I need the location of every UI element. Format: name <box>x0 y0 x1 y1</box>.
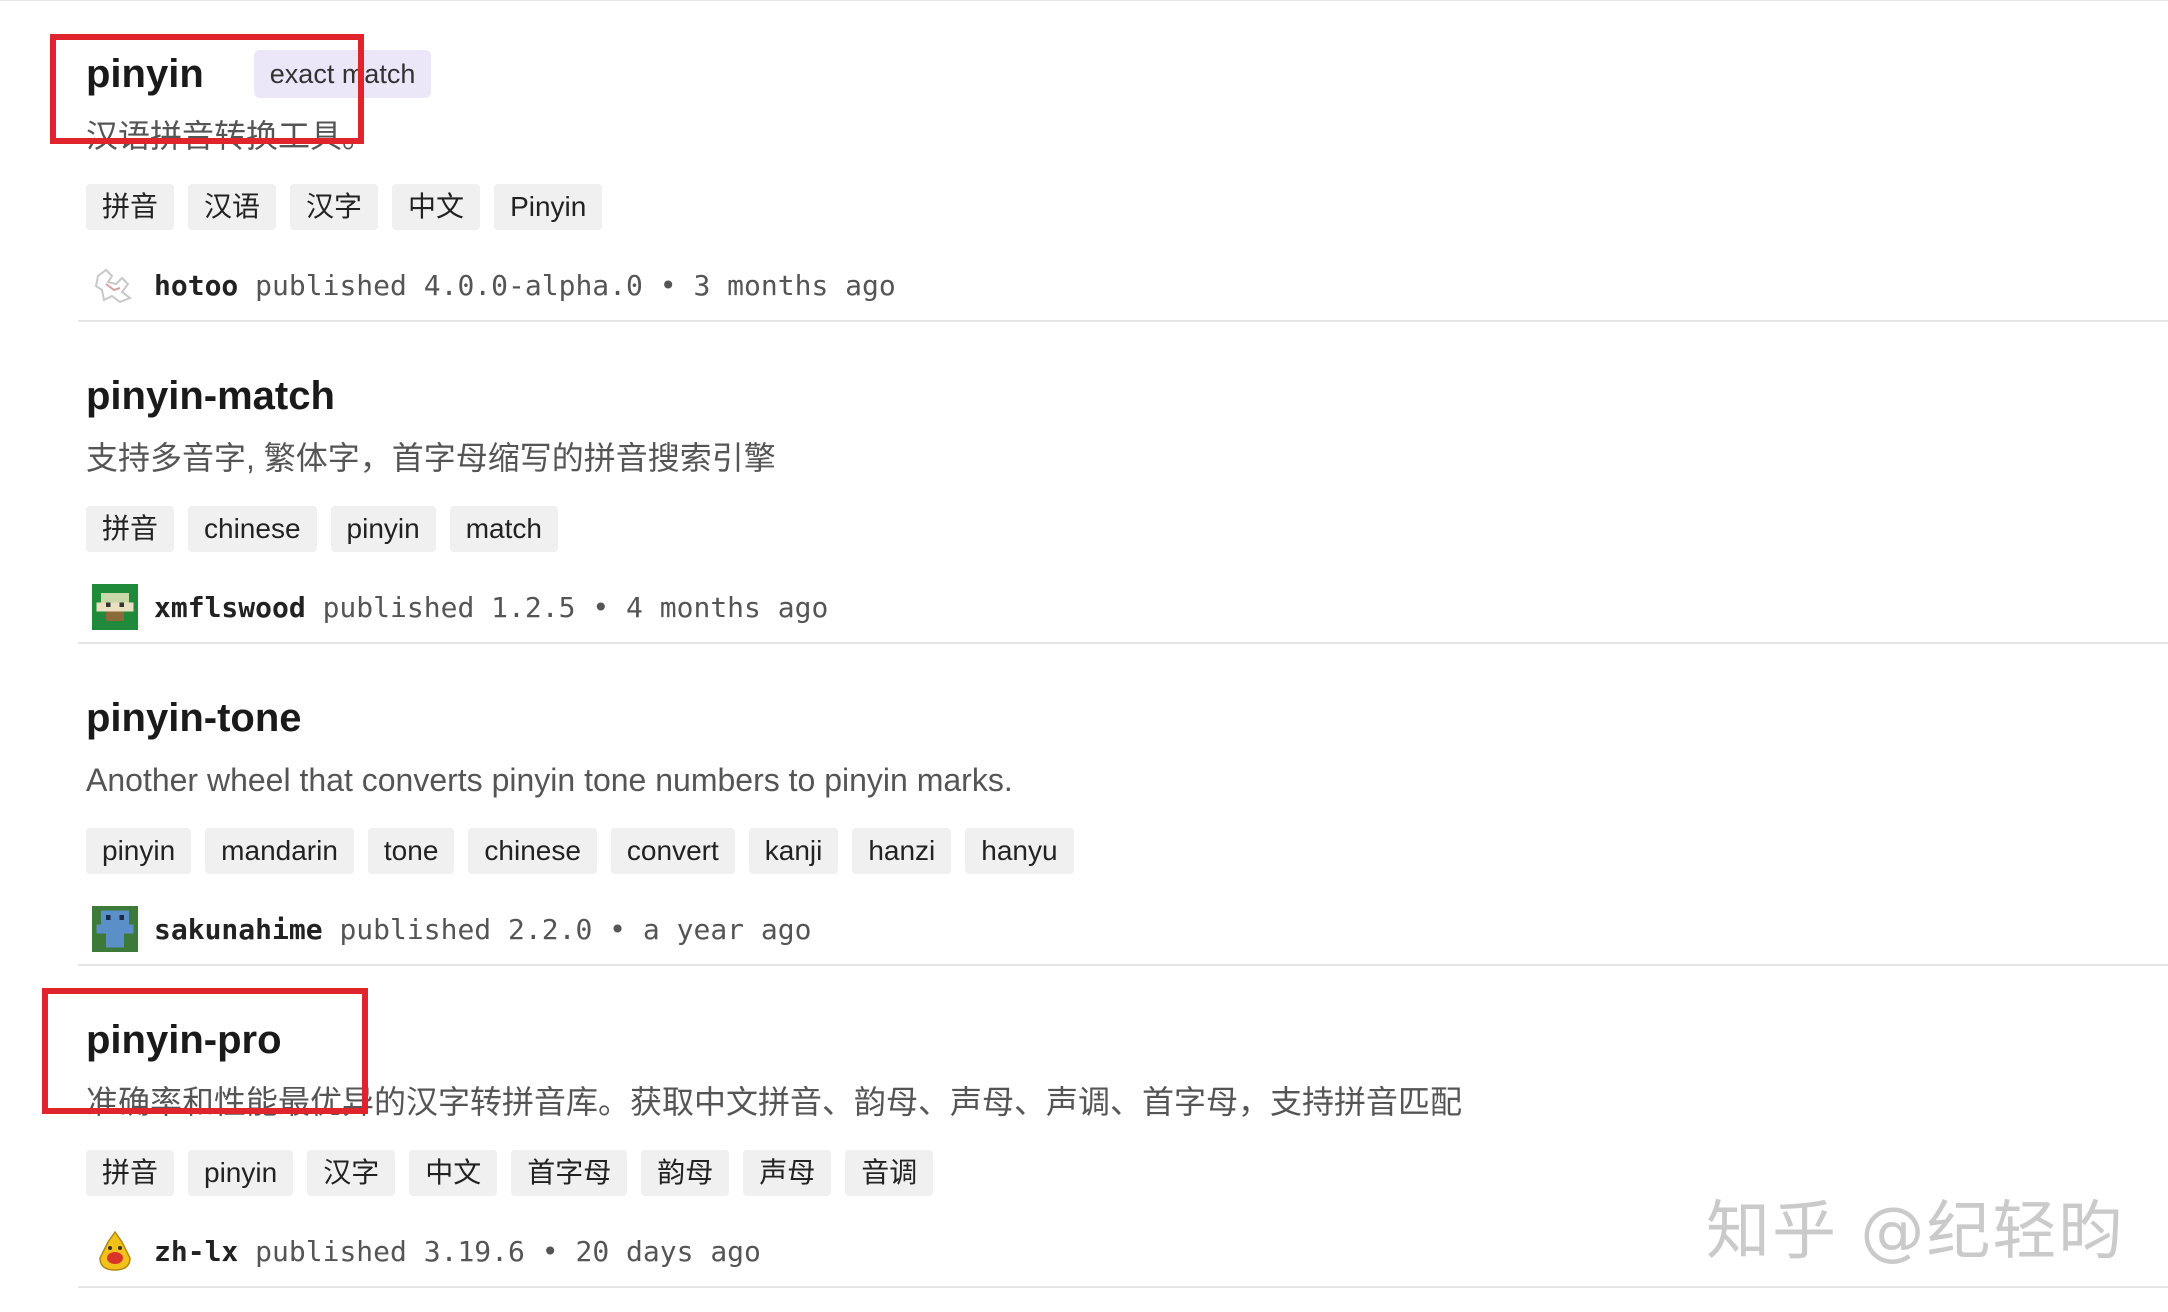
keyword-tag[interactable]: chinese <box>188 506 317 552</box>
keyword-tag[interactable]: 中文 <box>409 1150 498 1196</box>
published-label: published <box>255 268 407 302</box>
publish-time: a year ago <box>642 912 812 946</box>
keyword-tag[interactable]: 音调 <box>845 1150 934 1196</box>
package-description: 支持多音字, 繁体字，首字母缩写的拼音搜索引擎 <box>86 440 776 476</box>
dot-separator: • <box>609 912 627 946</box>
publish-info: zh-lx published 3.19.6 • 20 days ago <box>92 1228 761 1274</box>
publish-time: 4 months ago <box>626 590 829 624</box>
keyword-tag[interactable]: pinyin <box>86 828 192 874</box>
keyword-list: 拼音 pinyin 汉字 中文 首字母 韵母 声母 音调 <box>86 1150 947 1196</box>
keyword-list: 拼音 chinese pinyin match <box>86 506 572 552</box>
keyword-tag[interactable]: hanzi <box>852 828 952 874</box>
published-label: published <box>255 1234 407 1268</box>
blue-pixel-avatar-icon[interactable] <box>92 906 138 952</box>
keyword-tag[interactable]: 拼音 <box>86 506 175 552</box>
publish-time: 20 days ago <box>575 1234 761 1268</box>
result-item-pinyin-match: pinyin-match 支持多音字, 繁体字，首字母缩写的拼音搜索引擎 拼音 … <box>0 322 2168 644</box>
version-text: 1.2.5 <box>491 590 576 624</box>
publish-info: sakunahime published 2.2.0 • a year ago <box>92 906 811 952</box>
package-name-link[interactable]: pinyin <box>86 50 204 98</box>
version-text: 4.0.0-alpha.0 <box>423 268 643 302</box>
result-title-row: pinyin exact match <box>86 50 432 98</box>
keyword-tag[interactable]: match <box>449 506 558 552</box>
publish-info: hotoo published 4.0.0-alpha.0 • 3 months… <box>92 262 896 308</box>
keyword-tag[interactable]: 拼音 <box>86 1150 175 1196</box>
publish-info: xmflswood published 1.2.5 • 4 months ago <box>92 584 828 630</box>
result-title-row: pinyin-match <box>86 372 335 420</box>
keyword-tag[interactable]: chinese <box>468 828 597 874</box>
published-label: published <box>339 912 492 946</box>
search-results-list: pinyin exact match 汉语拼音转换工具。 拼音 汉语 汉字 中文… <box>0 0 2168 1288</box>
package-name-link[interactable]: pinyin-tone <box>86 694 302 742</box>
result-item-pinyin-tone: pinyin-tone Another wheel that converts … <box>0 644 2168 966</box>
publisher-link[interactable]: sakunahime <box>154 913 323 946</box>
publisher-link[interactable]: zh-lx <box>154 1235 238 1268</box>
yellow-cartoon-avatar-icon[interactable] <box>92 1228 138 1274</box>
keyword-tag[interactable]: 韵母 <box>641 1150 730 1196</box>
keyword-tag[interactable]: 汉字 <box>307 1150 396 1196</box>
keyword-tag[interactable]: convert <box>610 828 735 874</box>
publish-time: 3 months ago <box>693 268 896 302</box>
result-title-row: pinyin-tone <box>86 694 302 742</box>
sketch-avatar-icon[interactable] <box>92 262 138 308</box>
published-label: published <box>322 590 475 624</box>
keyword-tag[interactable]: 汉字 <box>290 184 379 230</box>
keyword-tag[interactable]: 拼音 <box>86 184 175 230</box>
package-description: 准确率和性能最优异的汉字转拼音库。获取中文拼音、韵母、声母、声调、首字母，支持拼… <box>86 1084 1463 1120</box>
keyword-tag[interactable]: 声母 <box>743 1150 832 1196</box>
publisher-link[interactable]: xmflswood <box>154 591 306 624</box>
keyword-tag[interactable]: 汉语 <box>188 184 277 230</box>
exact-match-badge: exact match <box>253 50 432 98</box>
package-description: Another wheel that converts pinyin tone … <box>86 762 1013 798</box>
publisher-link[interactable]: hotoo <box>154 269 238 302</box>
keyword-tag[interactable]: pinyin <box>330 506 436 552</box>
keyword-tag[interactable]: mandarin <box>205 828 354 874</box>
watermark-text: 知乎 @纪轻昀 <box>1706 1195 2125 1269</box>
keyword-list: 拼音 汉语 汉字 中文 Pinyin <box>86 184 616 230</box>
keyword-tag[interactable]: hanyu <box>965 828 1074 874</box>
green-pixel-avatar-icon[interactable] <box>92 584 138 630</box>
keyword-tag[interactable]: pinyin <box>188 1150 294 1196</box>
dot-separator: • <box>541 1234 559 1268</box>
result-title-row: pinyin-pro <box>86 1016 282 1064</box>
package-description: 汉语拼音转换工具。 <box>86 118 375 154</box>
keyword-tag[interactable]: kanji <box>748 828 839 874</box>
package-name-link[interactable]: pinyin-match <box>86 372 335 420</box>
result-divider <box>78 1286 2168 1288</box>
keyword-tag[interactable]: Pinyin <box>494 184 603 230</box>
version-text: 3.19.6 <box>423 1234 525 1268</box>
version-text: 2.2.0 <box>508 912 593 946</box>
keyword-list: pinyin mandarin tone chinese convert kan… <box>86 828 1088 874</box>
dot-separator: • <box>592 590 610 624</box>
package-name-link[interactable]: pinyin-pro <box>86 1016 282 1064</box>
dot-separator: • <box>659 268 677 302</box>
result-item-pinyin: pinyin exact match 汉语拼音转换工具。 拼音 汉语 汉字 中文… <box>0 0 2168 322</box>
keyword-tag[interactable]: tone <box>367 828 455 874</box>
keyword-tag[interactable]: 中文 <box>392 184 481 230</box>
keyword-tag[interactable]: 首字母 <box>511 1150 628 1196</box>
